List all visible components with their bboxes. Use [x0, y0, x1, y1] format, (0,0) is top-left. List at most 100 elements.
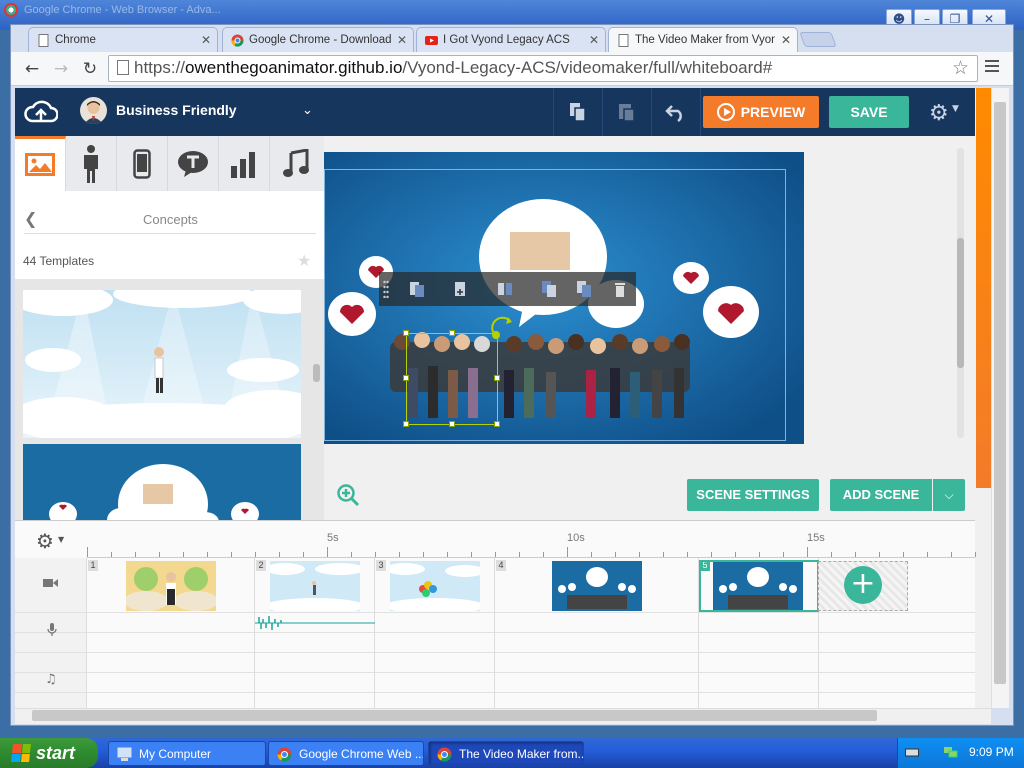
bring-forward-icon[interactable]: [541, 280, 557, 298]
forward-button[interactable]: →: [50, 58, 72, 80]
save-button[interactable]: SAVE: [829, 96, 909, 128]
undo-icon[interactable]: [665, 101, 687, 123]
upload-cloud-icon[interactable]: [24, 96, 59, 128]
keyboard-icon[interactable]: [905, 745, 919, 759]
tab-characters[interactable]: [66, 136, 117, 191]
close-tab-icon[interactable]: ✕: [781, 33, 791, 47]
scene-thumbnail[interactable]: [390, 561, 480, 611]
tab-chrome-download[interactable]: Google Chrome - Download t ✕: [222, 27, 414, 52]
panel-title: Concepts: [143, 212, 198, 227]
close-tab-icon[interactable]: ✕: [589, 33, 599, 47]
ruler-tick: [735, 552, 736, 557]
scene-number: 3: [376, 560, 386, 571]
favorite-star-icon[interactable]: ★: [297, 251, 311, 270]
scene-thumbnail[interactable]: [552, 561, 642, 611]
panel-scrollbar[interactable]: [313, 364, 320, 382]
delete-icon[interactable]: [612, 280, 628, 298]
reload-button[interactable]: ↻: [79, 58, 101, 80]
task-my-computer[interactable]: My Computer: [108, 741, 266, 766]
ruler-tick: [423, 552, 424, 557]
scene-thumbnail[interactable]: [126, 561, 216, 611]
network-icon[interactable]: [943, 745, 958, 759]
start-button[interactable]: start: [0, 738, 98, 768]
url-text[interactable]: https://owenthegoanimator.github.io/Vyon…: [134, 58, 772, 78]
page-scrollbar-thumb[interactable]: [32, 710, 877, 721]
settings-gear-icon[interactable]: ⚙: [929, 101, 949, 126]
add-scene-button[interactable]: ADD SCENE: [830, 479, 932, 511]
ruler-tick: [975, 552, 976, 557]
ruler-tick: [639, 552, 640, 557]
scene-settings-button[interactable]: SCENE SETTINGS: [687, 479, 819, 511]
back-button[interactable]: ←: [21, 58, 43, 80]
add-action-icon[interactable]: [453, 280, 469, 298]
video-camera-icon: [43, 577, 59, 593]
copy-icon[interactable]: [567, 101, 589, 123]
os-window-title: Google Chrome - Web Browser - Adva...: [24, 4, 221, 16]
rotate-handle-icon[interactable]: [490, 315, 516, 341]
zoom-in-icon[interactable]: [336, 483, 360, 507]
close-tab-icon[interactable]: ✕: [397, 33, 407, 47]
task-chrome-web[interactable]: Google Chrome Web ...: [268, 741, 424, 766]
theme-avatar[interactable]: [80, 97, 107, 124]
chevron-down-icon[interactable]: ⌵: [933, 479, 965, 511]
ruler-tick: [447, 552, 448, 557]
scene-thumbnail[interactable]: [270, 561, 360, 611]
send-backward-icon[interactable]: [576, 280, 592, 298]
chevron-down-icon[interactable]: ⌄: [302, 103, 313, 118]
tab-sounds[interactable]: [270, 136, 321, 191]
tab-props[interactable]: [117, 136, 168, 191]
template-thumbnail-heaven[interactable]: [23, 290, 301, 438]
youtube-icon: [425, 34, 438, 47]
ruler-tick: [399, 552, 400, 557]
resize-handle[interactable]: [403, 330, 409, 336]
tab-text[interactable]: [168, 136, 219, 191]
page-side-strip: [976, 88, 991, 488]
speech-text-icon: [178, 150, 208, 177]
add-scene-plus-icon[interactable]: +: [844, 566, 882, 604]
image-icon: [25, 153, 55, 176]
stage-scrollbar-thumb[interactable]: [957, 238, 964, 368]
time-ruler[interactable]: [87, 532, 976, 558]
divider: [24, 233, 316, 234]
ruler-tick: [495, 552, 496, 557]
divider: [651, 88, 652, 136]
resize-handle[interactable]: [494, 421, 500, 427]
tab-chrome[interactable]: Chrome ✕: [28, 27, 218, 52]
template-thumbnail-dislike[interactable]: [23, 444, 301, 520]
selection-box[interactable]: [406, 333, 498, 425]
resize-handle[interactable]: [403, 375, 409, 381]
close-tab-icon[interactable]: ✕: [201, 33, 211, 47]
divider: [553, 88, 554, 136]
back-chevron-icon[interactable]: ❮: [24, 209, 37, 228]
ruler-tick: [927, 552, 928, 557]
voice-waveform[interactable]: [255, 614, 375, 632]
chevron-down-icon[interactable]: ▼: [58, 535, 64, 544]
theme-name[interactable]: Business Friendly: [116, 102, 237, 118]
drag-handle-icon[interactable]: [383, 280, 389, 299]
tab-charts[interactable]: [219, 136, 270, 191]
swap-icon[interactable]: [409, 280, 425, 298]
timeline-settings-gear-icon[interactable]: ⚙: [36, 529, 54, 553]
page-scrollbar-thumb[interactable]: [994, 102, 1006, 684]
chevron-down-icon[interactable]: ▼: [952, 104, 959, 114]
tab-templates[interactable]: [15, 136, 66, 191]
menu-icon[interactable]: [985, 60, 999, 75]
new-tab-button[interactable]: [799, 32, 837, 47]
bookmark-star-icon[interactable]: ☆: [952, 57, 969, 79]
scene-number: 2: [256, 560, 266, 571]
task-label: The Video Maker from...: [459, 747, 584, 761]
resize-handle[interactable]: [449, 421, 455, 427]
divider: [602, 88, 603, 136]
task-video-maker[interactable]: The Video Maker from...: [428, 741, 584, 766]
music-note-icon: [282, 148, 309, 177]
paste-icon[interactable]: [616, 101, 638, 123]
resize-handle[interactable]: [449, 330, 455, 336]
resize-handle[interactable]: [403, 421, 409, 427]
resize-handle[interactable]: [494, 375, 500, 381]
preview-button[interactable]: PREVIEW: [703, 96, 819, 128]
ruler-tick: [879, 552, 880, 557]
flip-icon[interactable]: [497, 280, 513, 298]
tab-youtube[interactable]: I Got Vyond Legacy ACS ✕: [416, 27, 606, 52]
tab-video-maker[interactable]: The Video Maker from Vyond ✕: [608, 27, 798, 54]
task-label: Google Chrome Web ...: [299, 747, 424, 761]
